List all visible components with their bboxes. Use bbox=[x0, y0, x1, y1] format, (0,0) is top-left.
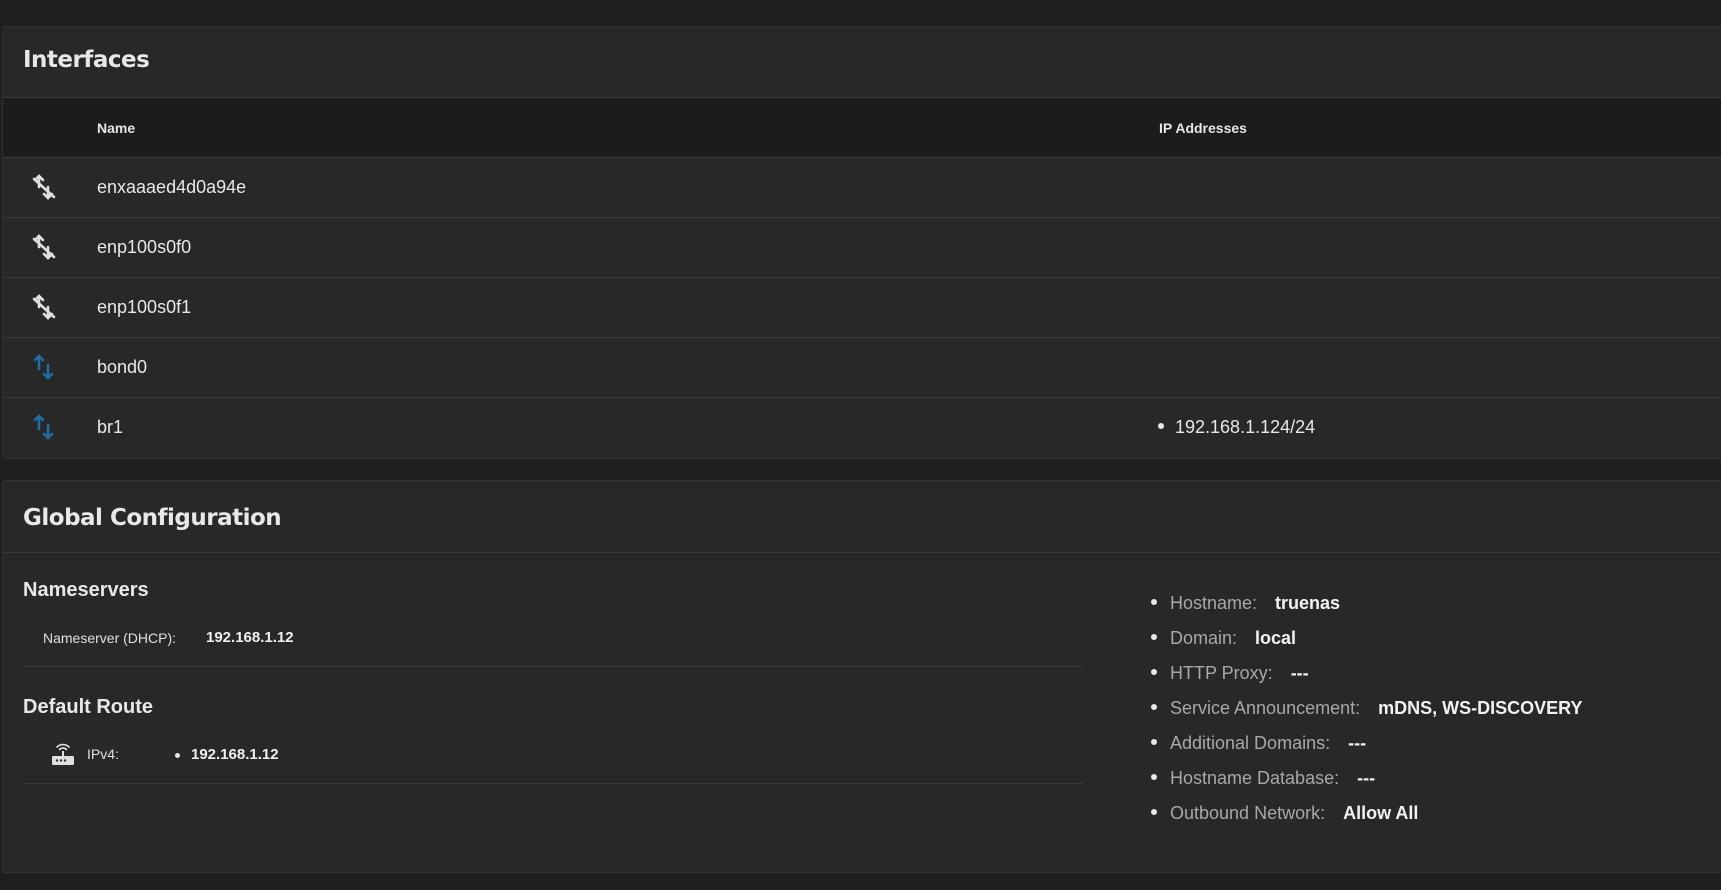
divider bbox=[3, 552, 1721, 553]
list-item: Hostname: truenas bbox=[1151, 593, 1340, 614]
domain-label: Domain: bbox=[1170, 628, 1238, 648]
interface-name: enp100s0f0 bbox=[97, 237, 192, 257]
interface-name: enxaaaed4d0a94e bbox=[97, 177, 247, 197]
interfaces-title: Interfaces bbox=[23, 47, 150, 73]
interfaces-table-header: Name IP Addresses bbox=[3, 97, 1721, 158]
router-icon bbox=[52, 743, 74, 765]
link-up-down-icon bbox=[33, 354, 54, 380]
domain-value: local bbox=[1255, 628, 1297, 648]
bullet bbox=[175, 753, 180, 758]
interface-ip: 192.168.1.124/24 bbox=[1158, 417, 1315, 438]
global-configuration-title: Global Configuration bbox=[23, 505, 282, 531]
http-proxy-label: HTTP Proxy: bbox=[1170, 663, 1273, 683]
hostname-label: Hostname: bbox=[1170, 593, 1258, 613]
table-row[interactable]: enp100s0f1 bbox=[3, 278, 1721, 338]
nameserver-value: 192.168.1.12 bbox=[206, 629, 294, 646]
outbound-network-value: Allow All bbox=[1343, 803, 1419, 823]
column-header-name[interactable]: Name bbox=[97, 120, 135, 136]
hostname-database-value: --- bbox=[1357, 768, 1376, 788]
hostname-database-label: Hostname Database: bbox=[1170, 768, 1340, 788]
nameservers-title: Nameservers bbox=[23, 579, 149, 601]
global-configuration-card: Global Configuration Nameservers Nameser… bbox=[2, 480, 1721, 873]
link-off-icon bbox=[32, 294, 56, 320]
http-proxy-value: --- bbox=[1290, 663, 1309, 683]
interface-name: br1 bbox=[97, 417, 124, 437]
column-header-ip-addresses[interactable]: IP Addresses bbox=[1159, 120, 1247, 136]
list-item: Outbound Network: Allow All bbox=[1151, 803, 1418, 824]
interface-name: bond0 bbox=[97, 357, 148, 377]
divider bbox=[23, 783, 1083, 784]
table-row[interactable]: bond0 bbox=[3, 338, 1721, 398]
nameserver-label: Nameserver (DHCP): bbox=[43, 630, 177, 646]
list-item: HTTP Proxy: --- bbox=[1151, 663, 1309, 684]
list-item: Additional Domains: --- bbox=[1151, 733, 1366, 754]
table-row[interactable]: br1 192.168.1.124/24 bbox=[3, 398, 1721, 458]
additional-domains-value: --- bbox=[1348, 733, 1367, 753]
additional-domains-label: Additional Domains: bbox=[1170, 733, 1331, 753]
hostname-value: truenas bbox=[1275, 593, 1341, 613]
list-item: Domain: local bbox=[1151, 628, 1296, 649]
link-off-icon bbox=[32, 174, 56, 200]
ipv4-label: IPv4: bbox=[87, 746, 119, 762]
interfaces-card: Interfaces Name IP Addresses enxaaaed4d0… bbox=[2, 26, 1721, 459]
table-row[interactable]: enxaaaed4d0a94e bbox=[3, 158, 1721, 218]
ipv4-value: 192.168.1.12 bbox=[191, 746, 279, 763]
interface-name: enp100s0f1 bbox=[97, 297, 192, 317]
list-item: Service Announcement: mDNS, WS-DISCOVERY bbox=[1151, 698, 1582, 719]
divider bbox=[23, 666, 1083, 667]
table-row[interactable]: enp100s0f0 bbox=[3, 218, 1721, 278]
link-up-down-icon bbox=[33, 414, 54, 440]
list-item: Hostname Database: --- bbox=[1151, 768, 1375, 789]
default-route-title: Default Route bbox=[23, 696, 153, 718]
outbound-network-label: Outbound Network: bbox=[1170, 803, 1326, 823]
service-announcement-label: Service Announcement: bbox=[1170, 698, 1361, 718]
link-off-icon bbox=[32, 234, 56, 260]
service-announcement-value: mDNS, WS-DISCOVERY bbox=[1378, 698, 1583, 718]
